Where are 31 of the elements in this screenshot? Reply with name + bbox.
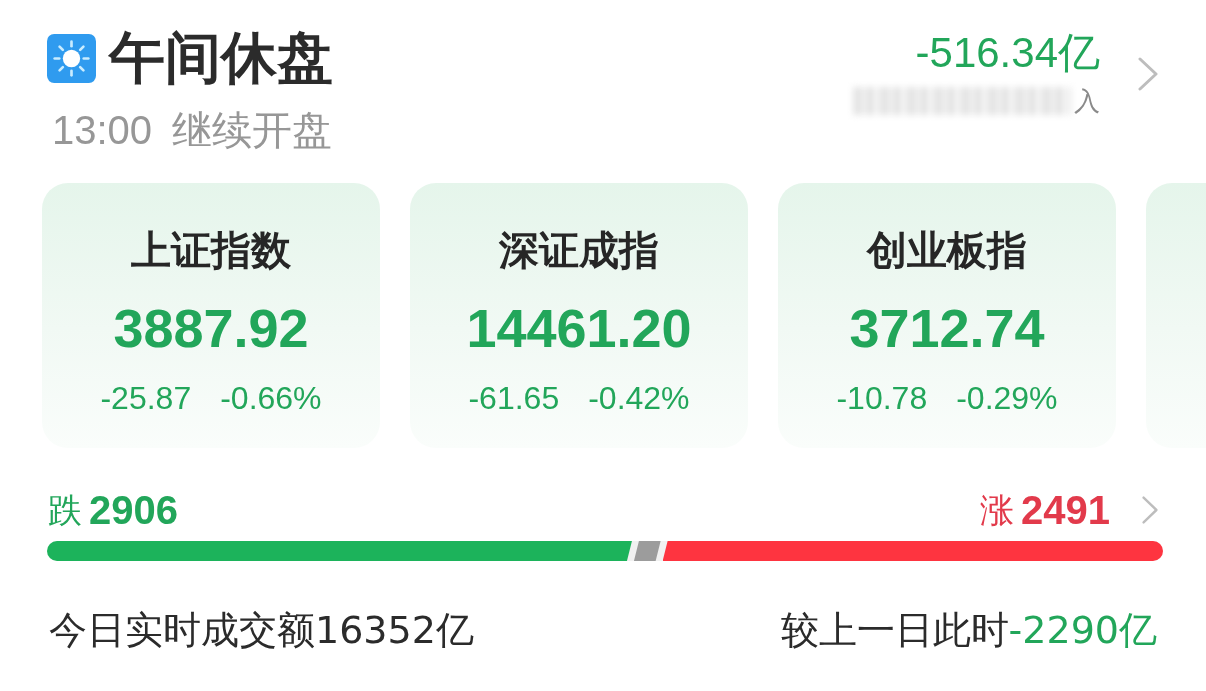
resume-time: 13:00 bbox=[52, 108, 153, 152]
partial-card[interactable] bbox=[1146, 183, 1206, 448]
index-change: -61.65 bbox=[468, 379, 560, 418]
index-change-percent: -0.29% bbox=[956, 379, 1058, 418]
decline-label: 跌 bbox=[48, 490, 82, 530]
chevron-right-icon[interactable] bbox=[1142, 496, 1158, 524]
index-name: 深证成指 bbox=[499, 226, 659, 274]
index-card[interactable]: 上证指数 3887.92 -25.87 -0.66% bbox=[42, 183, 380, 448]
index-name: 上证指数 bbox=[131, 226, 291, 274]
index-value: 14461.20 bbox=[466, 297, 692, 360]
sun-icon bbox=[47, 33, 96, 83]
advance-label: 涨 bbox=[980, 490, 1014, 530]
index-change-percent: -0.42% bbox=[588, 379, 690, 418]
index-change: -10.78 bbox=[836, 379, 928, 418]
decline-count: 2906 bbox=[89, 488, 178, 532]
index-card[interactable]: 深证成指 14461.20 -61.65 -0.42% bbox=[410, 183, 748, 448]
compare-value: -2290亿 bbox=[1008, 608, 1157, 652]
net-flow-value: -516.34亿 bbox=[915, 29, 1100, 77]
compare-label: 较上一日此时 bbox=[780, 608, 1009, 652]
index-change: -25.87 bbox=[100, 379, 192, 418]
index-value: 3712.74 bbox=[849, 297, 1045, 360]
index-change-percent: -0.66% bbox=[220, 379, 322, 418]
turnover-text: 今日实时成交额16352亿 bbox=[49, 608, 474, 652]
advance-count: 2491 bbox=[1021, 488, 1110, 532]
chevron-right-icon[interactable] bbox=[1138, 57, 1158, 91]
index-value: 3887.92 bbox=[113, 297, 309, 360]
index-name: 创业板指 bbox=[867, 226, 1027, 274]
index-card[interactable]: 创业板指 3712.74 -10.78 -0.29% bbox=[778, 183, 1116, 448]
page-title: 午间休盘 bbox=[109, 28, 333, 88]
caption-text: 入 bbox=[1074, 86, 1100, 116]
status-text: 继续开盘 bbox=[172, 108, 333, 152]
